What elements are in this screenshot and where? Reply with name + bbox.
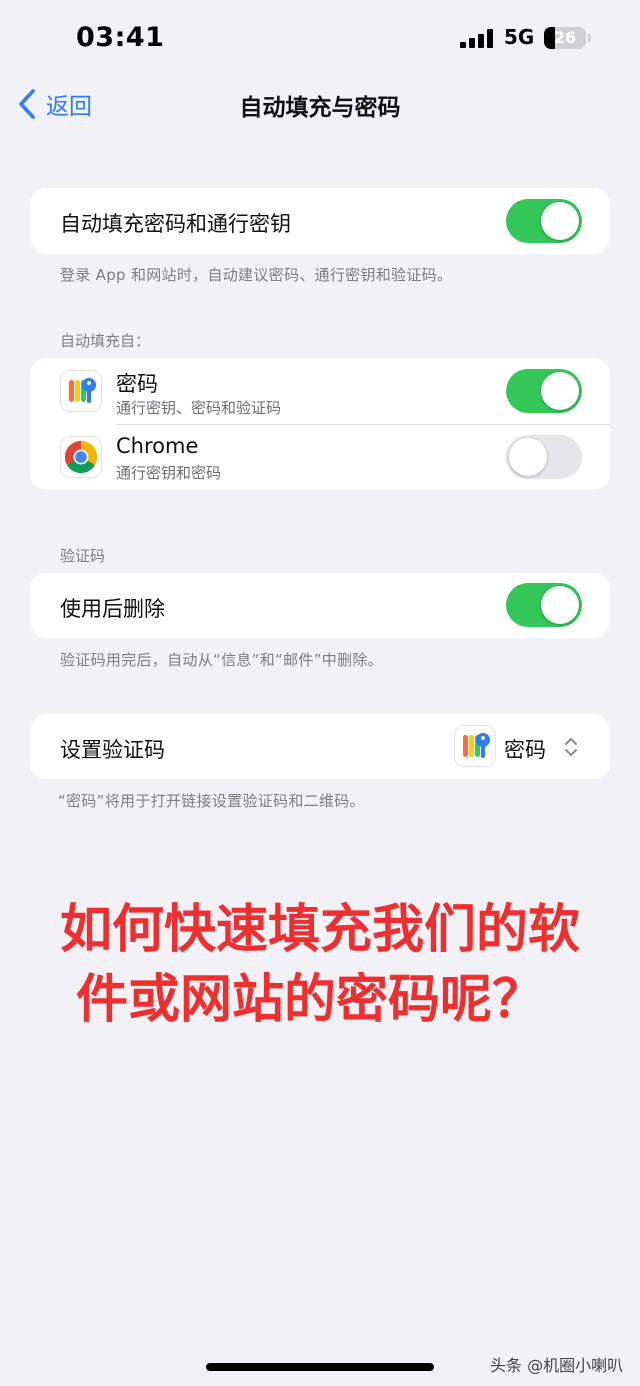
autofill-from-group: 密码 通行密钥、密码和验证码 Chrome 通行密钥和密码: [30, 358, 610, 490]
verification-header: 验证码: [60, 547, 106, 565]
chrome-icon: [60, 436, 102, 478]
autofill-passwords-toggle[interactable]: [506, 199, 582, 243]
overlay-caption-line1: 如何快速填充我们的软: [59, 900, 580, 960]
battery-level: 26: [553, 28, 577, 47]
network-type: 5G: [504, 25, 535, 49]
setup-code-footer: “密码”将用于打开链接设置验证码和二维码。: [58, 792, 365, 810]
chrome-source-label: Chrome: [116, 434, 199, 458]
status-time: 03:41: [76, 22, 165, 53]
passwords-source-toggle[interactable]: [506, 369, 582, 413]
delete-after-use-label: 使用后删除: [60, 597, 165, 621]
autofill-passwords-label: 自动填充密码和通行密钥: [60, 212, 291, 236]
overlay-caption-line2: 件或网站的密码呢？: [75, 970, 544, 1030]
verification-group: 使用后删除: [30, 573, 610, 638]
passwords-app-icon: [454, 725, 496, 767]
passwords-source-label: 密码: [116, 372, 158, 396]
delete-after-use-toggle[interactable]: [506, 583, 582, 627]
home-indicator[interactable]: [206, 1363, 434, 1371]
battery-nub: [588, 34, 591, 42]
autofill-footer: 登录 App 和网站时，自动建议密码、通行密钥和验证码。: [60, 266, 453, 284]
toggle-knob: [541, 372, 579, 410]
chrome-source-toggle[interactable]: [506, 435, 582, 479]
autofill-group: 自动填充密码和通行密钥: [30, 188, 610, 254]
watermark: 头条 @机圈小喇叭: [490, 1356, 624, 1375]
passwords-app-icon: [60, 370, 102, 412]
passwords-source-subtitle: 通行密钥、密码和验证码: [116, 399, 282, 417]
page-title: 自动填充与密码: [239, 95, 401, 121]
chrome-source-subtitle: 通行密钥和密码: [116, 464, 222, 482]
setup-code-group[interactable]: 设置验证码 密码: [30, 714, 610, 779]
toggle-knob: [509, 438, 547, 476]
autofill-from-header: 自动填充自：: [60, 332, 151, 350]
verification-footer: 验证码用完后，自动从“信息”和“邮件”中删除。: [60, 651, 383, 669]
setup-code-label: 设置验证码: [60, 738, 165, 762]
autofill-source-chrome[interactable]: Chrome 通行密钥和密码: [30, 425, 610, 490]
chevron-up-down-icon: [565, 738, 577, 756]
cellular-signal-icon: [460, 28, 494, 48]
autofill-source-passwords[interactable]: 密码 通行密钥、密码和验证码: [30, 358, 610, 424]
toggle-knob: [541, 202, 579, 240]
toggle-knob: [541, 586, 579, 624]
setup-code-value: 密码: [504, 738, 546, 762]
battery-icon: 26: [544, 27, 586, 49]
